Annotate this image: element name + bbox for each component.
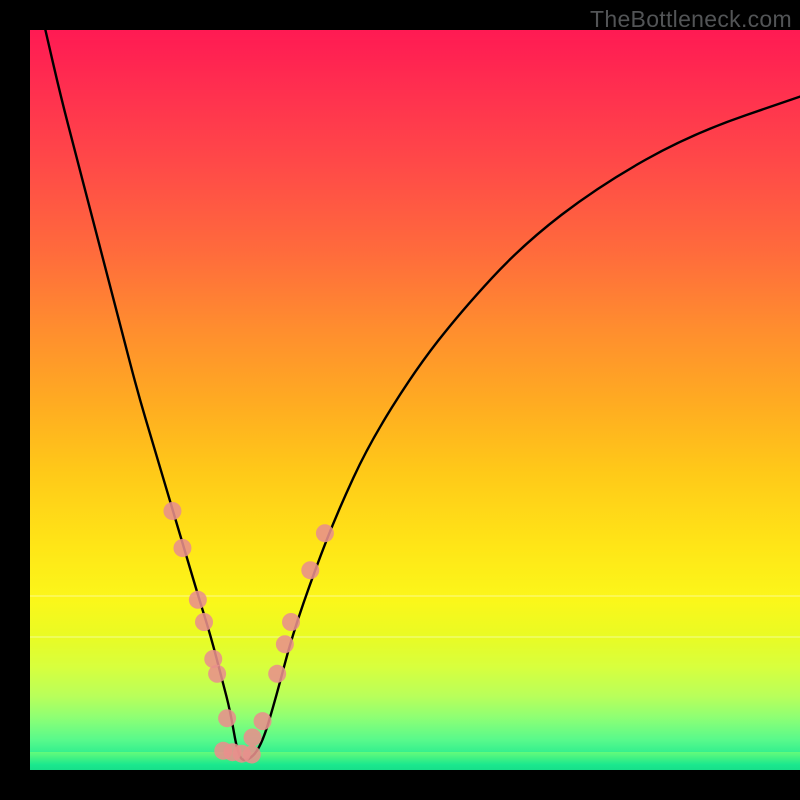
bottleneck-curve bbox=[45, 30, 800, 760]
data-marker bbox=[189, 591, 207, 609]
data-marker bbox=[282, 613, 300, 631]
data-marker bbox=[243, 745, 261, 763]
data-marker bbox=[254, 712, 272, 730]
data-markers bbox=[163, 502, 333, 763]
data-marker bbox=[301, 561, 319, 579]
data-marker bbox=[208, 665, 226, 683]
data-marker bbox=[268, 665, 286, 683]
data-marker bbox=[163, 502, 181, 520]
data-marker bbox=[244, 728, 262, 746]
chart-frame: TheBottleneck.com bbox=[0, 0, 800, 800]
data-marker bbox=[276, 635, 294, 653]
data-marker bbox=[173, 539, 191, 557]
chart-svg bbox=[30, 30, 800, 770]
data-marker bbox=[316, 524, 334, 542]
plot-area bbox=[30, 30, 800, 770]
watermark-text: TheBottleneck.com bbox=[590, 6, 792, 33]
data-marker bbox=[195, 613, 213, 631]
data-marker bbox=[218, 709, 236, 727]
